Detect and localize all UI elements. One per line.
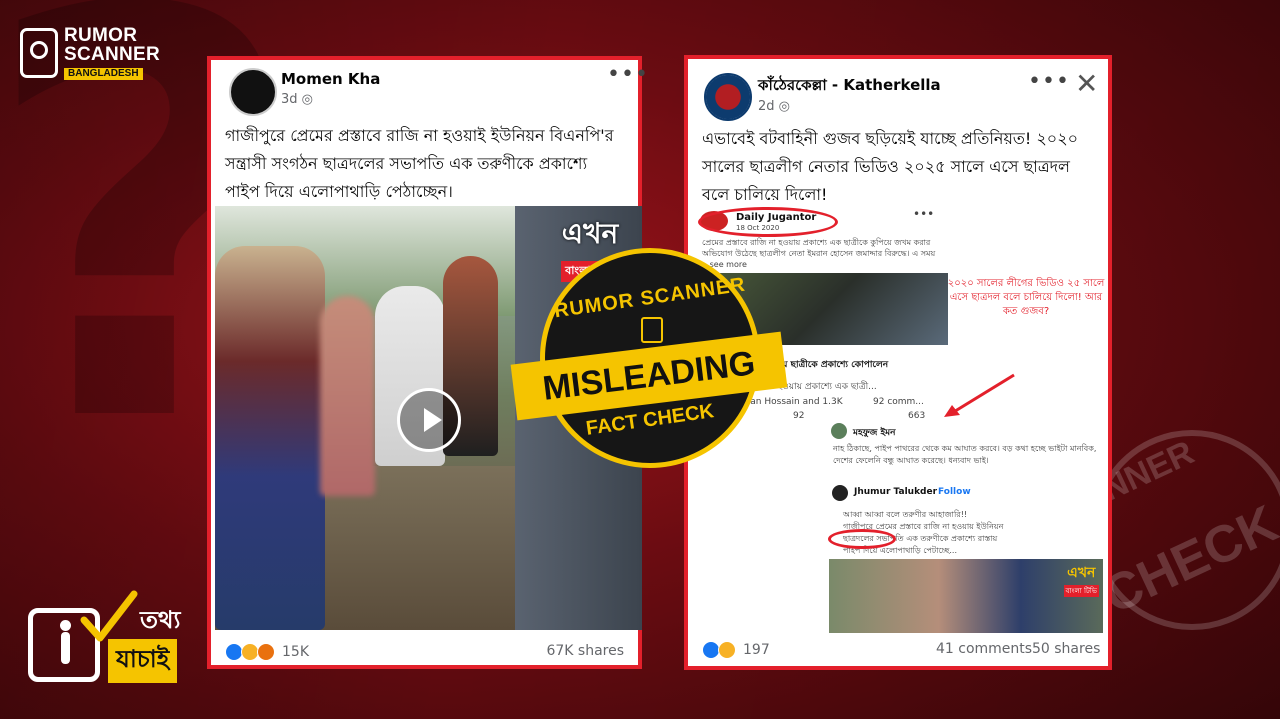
comment1-text: নাহ ঠিকাছে, পাইপ পাথরের থেকে কম আঘাত করব… [833,444,1097,465]
globe-icon: ◎ [301,92,314,107]
shares-count[interactable]: 50 shares [1032,641,1100,657]
follow-link: Follow [938,487,971,497]
brand-line-1: RUMOR [64,25,138,46]
embed-comment-count: 92 comm... [873,397,924,407]
logo-word-2: যাচাই [108,639,178,683]
post-time-text: 2d [758,99,775,114]
red-arrow-icon [944,373,1015,417]
post-text: এভাবেই বটবাহিনী গুজব ছড়িয়েই যাচ্ছে প্র… [702,129,1079,204]
rumor-scanner-logo: RUMOR SCANNER BANGLADESH [20,26,160,80]
person-left [215,246,325,630]
post-author[interactable]: কাঁঠেরকেল্লা - Katherkella [758,74,941,99]
shares-count[interactable]: 67K shares [546,643,624,659]
embed-stat-comments: 92 [793,411,805,421]
embed-stat-shares: 663 [908,411,926,421]
phone-scan-icon [20,28,58,78]
reaction-count: 15K [282,644,309,660]
embedded-screenshot[interactable]: Daily Jugantor 18 Oct 2020 ••• প্রেমের প… [698,207,1105,639]
embed-more-icon: ••• [913,207,935,221]
red-annotation: ২০২০ সালের লীগের ভিডিও ২৫ সালে এসে ছাত্র… [947,278,1105,317]
scanner-icon [641,317,663,343]
info-stem-icon [61,632,70,664]
author-avatar[interactable] [229,68,277,116]
more-options-icon[interactable]: ••• [607,62,649,87]
comment-channel-subname: বাংলা টিভি [1063,585,1099,597]
brand-line-3: BANGLADESH [64,68,143,80]
commenter1-name: মহফুজ ইমন [853,428,896,438]
commenter1-avatar [831,423,847,439]
comment-channel-name: এখন [1067,565,1096,581]
post-text: গাজীপুরে প্রেমের প্রস্তাবে রাজি না হওয়া… [225,126,614,201]
close-icon[interactable]: ✕ [1075,67,1098,100]
post-author[interactable]: Momen Kha [281,70,380,88]
play-icon[interactable] [397,388,461,452]
reactions-summary[interactable]: 15K [225,643,309,661]
reaction-count: 197 [743,642,770,658]
blurred-person [320,296,375,496]
commenter2-avatar [832,485,848,501]
comment-video-thumbnail: এখন বাংলা টিভি [829,559,1103,633]
comment-video-watermark: এখন বাংলা টিভি [1063,561,1099,597]
brand-line-2: SCANNER [64,44,161,65]
post-time-text: 3d [281,92,298,107]
globe-icon: ◎ [778,99,791,114]
post-time: 3d ◎ [281,92,313,107]
haha-reaction-icon [718,641,736,659]
misleading-stamp: RUMOR SCANNER MISLEADING FACT CHECK [510,248,788,468]
commenter2-name: Jhumur Talukder [854,487,938,497]
page-avatar[interactable] [704,73,752,121]
post-time: 2d ◎ [758,99,790,114]
logo-word-1: তথ্য [140,606,181,634]
angry-reaction-icon [257,643,275,661]
info-dot-icon [60,620,71,631]
highlight-oval [698,207,838,237]
more-options-icon[interactable]: ••• [1028,69,1070,94]
highlight-oval-2 [828,529,896,549]
comments-count[interactable]: 41 comments [936,641,1032,657]
reactions-summary[interactable]: 197 [702,641,770,659]
embed-caption: প্রেমের প্রস্তাবে রাজি না হওয়ায় প্রকাশ… [702,238,936,269]
